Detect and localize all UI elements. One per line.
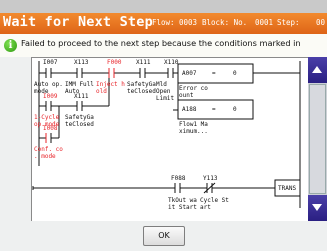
scroll-down-button[interactable] [308, 195, 327, 221]
contact-label: F088 [171, 175, 186, 182]
compare-caption: Flow1 Ma ximum... [179, 121, 208, 135]
compare-operator: = [212, 106, 216, 113]
trans-block: TRANS [278, 185, 297, 192]
compare-value: 0 [233, 70, 237, 77]
block-label: Block: No. [202, 18, 248, 27]
contact-label: X111 [136, 59, 151, 66]
contact-label: Y113 [203, 175, 218, 182]
title-bar: Wait for Next Step Flow: 0003 Block: No.… [0, 13, 327, 34]
contact-label: I009 [43, 93, 58, 100]
compare-address: A007 [182, 70, 197, 77]
left-margin [0, 57, 31, 221]
dialog-title: Wait for Next Step [3, 14, 153, 30]
step-value: 00 [316, 18, 326, 27]
contact-label: I008 [43, 125, 58, 132]
step-label: Step: [277, 18, 300, 27]
message-text: Failed to proceed to the next step becau… [21, 38, 301, 48]
contact-caption: SafetyGa teClosed [127, 81, 156, 95]
contact-caption: Mld Open Limit [156, 81, 175, 102]
compare-address: A188 [182, 106, 197, 113]
contact-caption: SafetyGa teClosed [65, 114, 94, 128]
contact-label: X111 [74, 93, 89, 100]
ladder-diagram[interactable]: I007 X113 F000 X111 X110 Auto op. mode I… [31, 57, 310, 223]
scroll-thumb[interactable] [309, 84, 326, 194]
compare-caption: Error co ount [179, 85, 208, 99]
contact-label: I007 [43, 59, 58, 66]
contact-caption: Cycle St art [200, 197, 229, 211]
contact-label: X113 [74, 59, 89, 66]
compare-value: 0 [233, 106, 237, 113]
flow-value: 0003 [179, 18, 198, 27]
compare-operator: = [212, 70, 216, 77]
contact-label: X110 [164, 59, 179, 66]
contact-label: F000 [107, 59, 122, 66]
contact-caption: TkOut wa it Start [168, 197, 197, 211]
scroll-up-button[interactable] [308, 57, 327, 83]
message-bar: i Failed to proceed to the next step bec… [0, 34, 327, 57]
info-icon: i [4, 39, 17, 52]
flow-label: Flow: [152, 18, 175, 27]
ok-button[interactable]: OK [143, 226, 185, 246]
block-value: 0001 [255, 18, 274, 27]
arrow-up-icon [312, 66, 322, 73]
contact-caption: Conf. co . mode [34, 146, 63, 160]
arrow-down-icon [312, 204, 322, 211]
contact-caption: Inject h old [96, 81, 125, 95]
vertical-scrollbar[interactable] [308, 57, 327, 221]
